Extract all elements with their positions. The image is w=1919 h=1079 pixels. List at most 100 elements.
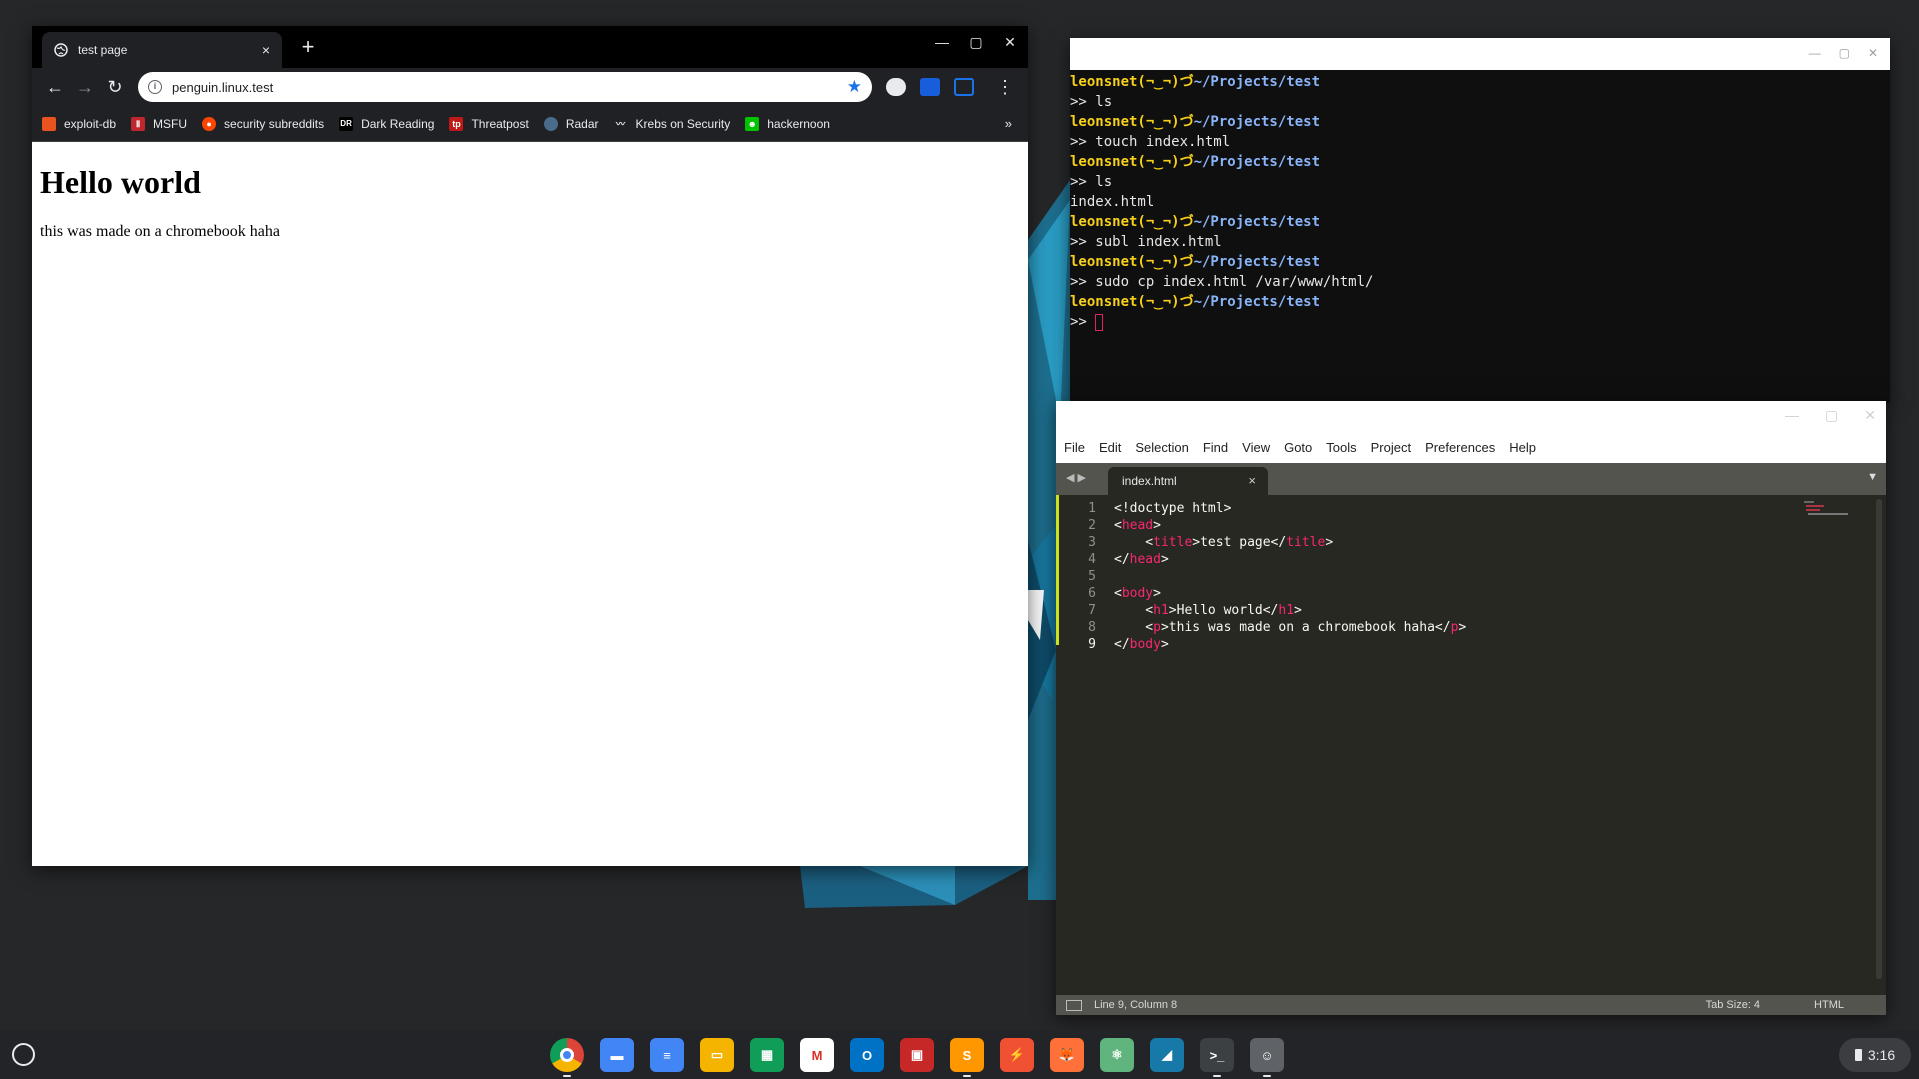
system-tray[interactable]: 3:16 [1839,1038,1911,1072]
line-number: 1 [1088,501,1096,516]
bookmark-threatpost[interactable]: tp Threatpost [449,116,529,131]
minimize-icon[interactable]: — [932,34,952,51]
menu-project[interactable]: Project [1371,440,1411,455]
close-tab-icon[interactable]: × [262,42,270,58]
menu-file[interactable]: File [1064,440,1085,455]
launcher-icon[interactable] [12,1043,35,1066]
browser-tab[interactable]: test page × [42,32,282,68]
atom-app-icon[interactable]: ⚛ [1100,1038,1134,1072]
terminal-window[interactable]: — ▢ ✕ leonsnet(¬‿¬)づ~/Projects/test >> ls… [1070,38,1890,403]
krebs-icon: 〰 [616,118,626,129]
minimap[interactable] [1804,501,1864,521]
terminal-command-line: >> ls [1070,174,1113,190]
editor-tab-title: index.html [1122,474,1177,488]
address-bar[interactable]: i penguin.linux.test ★ [138,72,872,102]
close-window-icon[interactable]: ✕ [1864,407,1876,424]
prompt-user: leonsnet(¬‿¬)づ [1070,154,1194,170]
close-window-icon[interactable]: ✕ [1868,46,1878,60]
maximize-icon[interactable]: ▢ [966,34,986,51]
menu-selection[interactable]: Selection [1135,440,1188,455]
menu-help[interactable]: Help [1509,440,1536,455]
menu-goto[interactable]: Goto [1284,440,1312,455]
maximize-icon[interactable]: ▢ [1825,407,1838,424]
terminal-output[interactable]: leonsnet(¬‿¬)づ~/Projects/test >> ls leonsn… [1070,70,1890,332]
chrome-menu-icon[interactable]: ⋮ [996,77,1014,98]
dark-reading-icon: DR [339,116,354,131]
sublime-tab-bar: ◀ ▶ index.html × ▼ [1056,463,1886,495]
reddit-icon: ● [202,116,217,131]
bookmark-security-subreddits[interactable]: ● security subreddits [202,116,324,131]
editor-tab[interactable]: index.html × [1108,467,1268,495]
code-line: <p>this was made on a chromebook haha</p… [1114,620,1467,635]
code-content[interactable]: <!doctype html> <head> <title>test page<… [1114,500,1466,653]
extension-cloud-icon[interactable] [886,78,906,96]
syntax-mode[interactable]: HTML [1814,999,1844,1011]
prompt-path: ~/Projects/test [1193,154,1321,170]
tab-size[interactable]: Tab Size: 4 [1706,999,1760,1011]
close-tab-icon[interactable]: × [1248,473,1256,488]
bookmark-radar[interactable]: Radar [543,116,599,131]
terminal-command-line: >> sudo cp index.html /var/www/html/ [1070,274,1374,290]
sheets-app-icon[interactable]: ▦ [750,1038,784,1072]
gallery-app-icon[interactable]: ▣ [900,1038,934,1072]
files-app-icon[interactable]: ▬ [600,1038,634,1072]
bookmarks-overflow-icon[interactable]: » [1005,116,1012,131]
minimize-icon[interactable]: — [1809,46,1821,60]
web-page-content: Hello world this was made on a chromeboo… [32,142,1028,261]
scrollbar[interactable] [1876,499,1882,979]
bookmark-dark-reading[interactable]: DR Dark Reading [339,116,434,131]
back-arrow-icon[interactable]: ← [40,72,70,102]
sublime-app-icon[interactable]: S [950,1038,984,1077]
extension-bitwarden-icon[interactable] [920,78,940,96]
tab-nav-arrows-icon[interactable]: ◀ ▶ [1066,471,1086,484]
code-editor[interactable]: 1 2 3 4 5 6 7 8 9 <!doctype html> <head> <title>… [1056,495,1886,983]
outlook-app-icon[interactable]: O [850,1038,884,1072]
menu-tools[interactable]: Tools [1326,440,1356,455]
terminal-prompt-line: leonsnet(¬‿¬)づ~/Projects/test [1070,112,1890,132]
wireshark-app-icon[interactable]: ◢ [1150,1038,1184,1072]
gmail-app-icon[interactable]: M [800,1038,834,1072]
tab-dropdown-icon[interactable]: ▼ [1867,471,1878,483]
penguin-app-icon[interactable]: ☺ [1250,1038,1284,1077]
new-tab-button[interactable]: + [294,34,322,62]
prompt-user: leonsnet(¬‿¬)づ [1070,294,1194,310]
close-window-icon[interactable]: ✕ [1000,34,1020,51]
menu-find[interactable]: Find [1203,440,1228,455]
bookmark-exploit-db[interactable]: exploit-db [42,116,116,131]
tab-title: test page [78,43,128,57]
bookmark-star-icon[interactable]: ★ [847,77,862,97]
menu-edit[interactable]: Edit [1099,440,1121,455]
slides-app-icon[interactable]: ▭ [700,1038,734,1072]
code-line: </head> [1114,552,1169,567]
menu-view[interactable]: View [1242,440,1270,455]
exploit-db-icon [42,116,56,131]
chrome-app-icon[interactable] [550,1038,584,1077]
bookmark-krebs-on-security[interactable]: 〰 Krebs on Security [614,117,730,131]
terminal-input-line: >> [1070,312,1890,332]
code-line: </body> [1114,637,1169,652]
reload-icon[interactable]: ↻ [100,72,130,102]
url-text[interactable]: penguin.linux.test [172,80,847,95]
minimize-icon[interactable]: — [1785,407,1799,424]
git-app-icon[interactable]: ⚡ [1000,1038,1034,1072]
info-icon[interactable]: i [148,80,162,94]
menu-preferences[interactable]: Preferences [1425,440,1495,455]
bookmark-hackernoon[interactable]: ☻ hackernoon [745,116,830,131]
extension-scan-icon[interactable] [954,78,974,96]
terminal-prompt-line: leonsnet(¬‿¬)づ~/Projects/test [1070,292,1890,312]
status-bar: Line 9, Column 8 Tab Size: 4 HTML [1056,995,1886,1015]
terminal-app-icon[interactable]: >_ [1200,1038,1234,1077]
code-line: <head> [1114,518,1161,533]
bookmark-msfu[interactable]: Ⅱ MSFU [131,116,187,131]
terminal-titlebar: — ▢ ✕ [1070,38,1890,70]
panel-toggle-icon[interactable] [1066,999,1082,1011]
firefox-app-icon[interactable]: 🦊 [1050,1038,1084,1072]
maximize-icon[interactable]: ▢ [1839,46,1850,60]
docs-app-icon[interactable]: ≡ [650,1038,684,1072]
terminal-prompt-line: leonsnet(¬‿¬)づ~/Projects/test [1070,152,1890,172]
hackernoon-icon: ☻ [745,116,760,131]
page-paragraph: this was made on a chromebook haha [40,223,280,240]
bookmarks-bar: exploit-db Ⅱ MSFU ● security subreddits … [32,106,1028,142]
forward-arrow-icon[interactable]: → [70,72,100,102]
prompt-user: leonsnet(¬‿¬)づ [1070,214,1194,230]
